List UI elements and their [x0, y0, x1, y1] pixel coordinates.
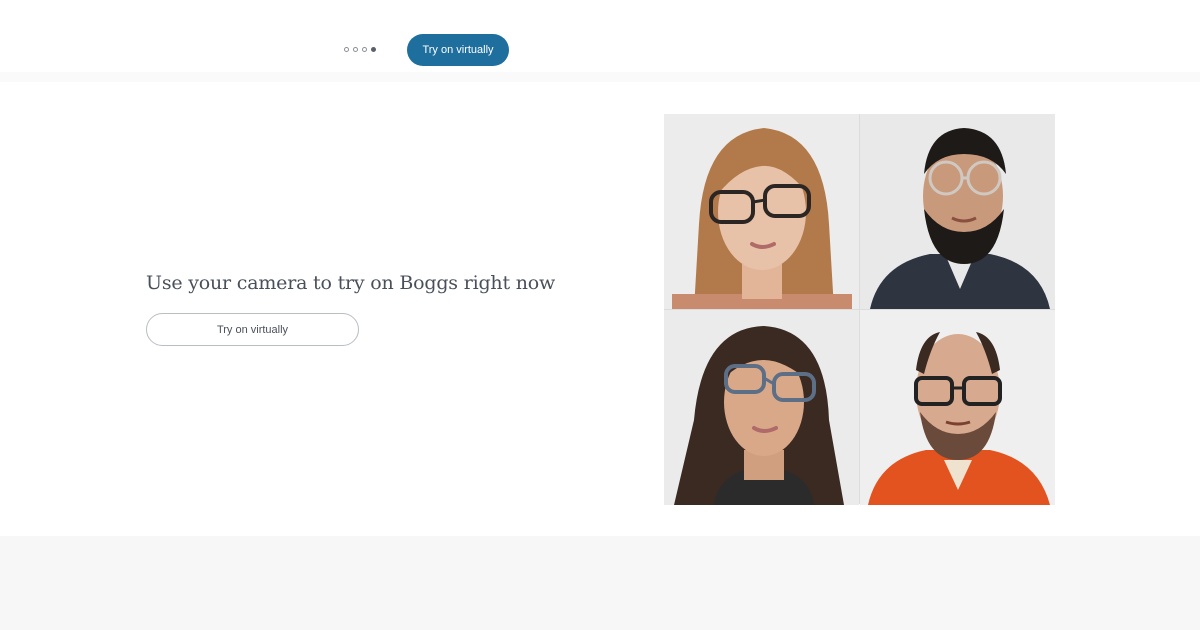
photo-man-orange-jacket [860, 310, 1055, 505]
photo-grid [664, 114, 1055, 505]
portrait-illustration-3 [664, 310, 859, 505]
portrait-illustration-4 [860, 310, 1055, 505]
carousel-dots [344, 45, 376, 53]
portrait-illustration-2 [860, 114, 1055, 309]
carousel-dot-2[interactable] [353, 46, 358, 52]
photo-woman-tortoise-glasses [664, 114, 859, 309]
carousel-dot-1[interactable] [344, 46, 349, 52]
portrait-illustration-1 [664, 114, 859, 309]
promo-headline: Use your camera to try on Boggs right no… [146, 272, 556, 294]
footer-band [0, 536, 1200, 630]
photo-man-clear-glasses [860, 114, 1055, 309]
try-on-virtually-button[interactable]: Try on virtually [146, 313, 359, 346]
carousel-dot-4-active[interactable] [371, 46, 376, 52]
try-on-virtually-header-button[interactable]: Try on virtually [407, 34, 509, 66]
carousel-dot-3[interactable] [362, 46, 367, 52]
promo-section: Use your camera to try on Boggs right no… [0, 82, 1200, 536]
top-bar: Try on virtually [0, 0, 1200, 72]
photo-woman-blue-glasses [664, 310, 859, 505]
top-bar-divider [0, 72, 1200, 82]
